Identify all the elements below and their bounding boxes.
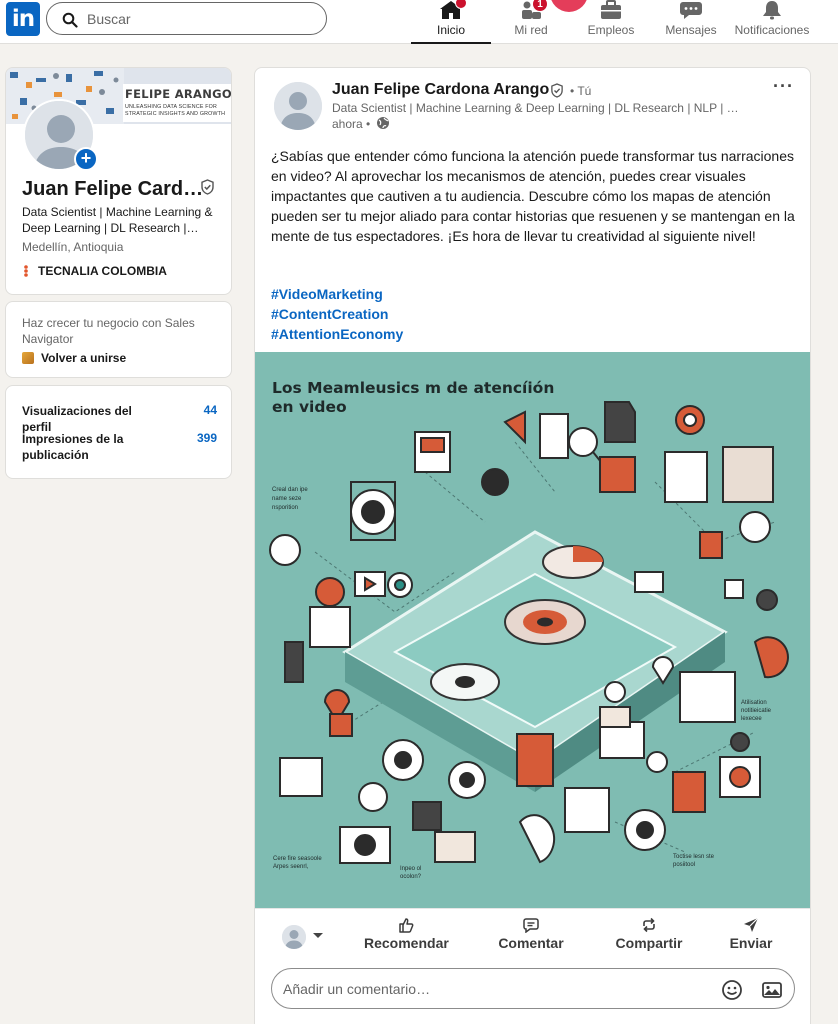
svg-text:Toctise lesn ste: Toctise lesn ste [673,854,715,860]
top-navigation-bar: in Inicio 1 Mi red Empleos Mensajes Noti… [0,0,838,44]
search-input[interactable] [87,9,317,29]
add-photo-button[interactable]: + [74,147,98,171]
post-actions-bar: Recomendar Comentar Compartir Enviar [255,908,810,966]
post-author-avatar[interactable] [274,82,322,130]
nav-label-my-network: Mi red [514,23,548,37]
briefcase-icon [601,0,621,19]
profile-stats-card: Visualizaciones del perfil 44 Impresione… [5,385,232,479]
stat-value: 399 [196,431,217,445]
feed-post: Juan Felipe Cardona Arango • Tú Data Sci… [254,67,811,1024]
banner-subtitle-line1: UNLEASHING DATA SCIENCE FOR [125,104,218,110]
sales-navigator-text: Haz crecer tu negocio con Sales Navigato… [22,316,195,346]
profile-headline: Data Scientist | Machine Learning & Deep… [22,205,213,235]
svg-text:posiitool: posiitool [673,862,695,868]
post-body-text: ¿Sabías que entender cómo funciona la at… [271,148,795,244]
svg-text:nsporition: nsporition [272,505,298,511]
svg-text:lexecee: lexecee [741,716,762,722]
like-button[interactable]: Recomendar [364,913,449,951]
post-image-title: Los Meamleusics m de atencíión en video [272,379,555,416]
profile-location: Medellín, Antioquia [22,240,124,254]
like-label: Recomendar [364,935,449,951]
hashtag-link[interactable]: #AttentionEconomy [271,326,403,342]
avatar-placeholder-icon [282,925,306,949]
nav-label-messaging: Mensajes [665,23,717,37]
globe-icon [377,117,389,129]
company-logo-icon [24,265,28,277]
send-icon [744,917,759,932]
verified-badge-icon [201,179,214,195]
svg-text:Inpeo ol: Inpeo ol [400,866,421,872]
nav-item-home[interactable]: Inicio [411,0,491,44]
thumbs-up-icon [399,918,414,933]
banner-title: FELIPE ARANGO [125,87,232,101]
comment-label: Comentar [498,935,564,951]
stat-label: Impresiones de la publicación [22,432,124,462]
svg-text:name seze: name seze [272,496,302,502]
send-button[interactable]: Enviar [729,913,773,951]
banner-subtitle: UNLEASHING DATA SCIENCE FOR STRATEGIC INS… [125,104,225,117]
company-name: TECNALIA COLOMBIA [38,264,167,278]
nav-item-notifications[interactable]: Notificaciones [727,0,817,44]
comment-button[interactable]: Comentar [496,913,566,951]
nav-item-jobs[interactable]: Empleos [579,0,643,44]
svg-text:Cere fire seasoole: Cere fire seasoole [273,856,322,862]
nav-label-home: Inicio [436,23,465,37]
repost-label: Compartir [615,935,683,951]
profile-company[interactable]: TECNALIA COLOMBIA [22,264,167,278]
repost-button[interactable]: Compartir [613,913,685,951]
nav-label-notifications: Notificaciones [734,23,810,37]
post-author-headline: Data Scientist | Machine Learning & Deep… [332,101,739,115]
svg-text:Arpes seenrl,: Arpes seenrl, [273,864,309,870]
attention-infographic-illustration: Creal dan ipe name seze nsporition Atilisa… [255,352,810,908]
rejoin-link[interactable]: Volver a unirse [22,351,126,365]
svg-text:notitieicatie: notitieicatie [741,708,772,714]
sales-navigator-card[interactable]: Haz crecer tu negocio con Sales Navigato… [5,301,232,378]
messaging-icon [680,2,702,19]
linkedin-logo[interactable]: in [6,2,40,36]
avatar-placeholder-icon [274,82,322,130]
search-icon [62,12,78,28]
profile-name[interactable]: Juan Felipe Card… [22,178,203,201]
bell-icon [763,1,781,20]
svg-text:Creal dan ipe: Creal dan ipe [272,487,308,493]
nav-item-my-network[interactable]: 1 Mi red [499,0,563,44]
post-author-name[interactable]: Juan Felipe Cardona Arango [332,81,549,99]
post-options-button[interactable]: ··· [773,76,794,97]
svg-text:Atilisation: Atilisation [741,700,767,706]
profile-card: FELIPE ARANGO UNLEASHING DATA SCIENCE FO… [5,67,232,295]
comment-box[interactable] [271,968,795,1009]
stat-value: 44 [203,403,217,417]
image-icon[interactable] [761,979,783,1001]
repost-icon [643,917,655,933]
verified-badge-icon [551,83,563,98]
nav-item-messaging[interactable]: Mensajes [659,0,723,44]
emoji-icon[interactable] [721,979,743,1001]
chevron-down-icon[interactable] [313,933,323,938]
actor-avatar[interactable] [282,925,306,949]
hashtag-link[interactable]: #ContentCreation [271,306,388,322]
rejoin-label: Volver a unirse [41,351,127,365]
post-image[interactable]: Creal dan ipe name seze nsporition Atilisa… [255,352,810,908]
nav-label-jobs: Empleos [587,23,635,37]
hashtag-link[interactable]: #VideoMarketing [271,286,383,302]
post-author-degree: • Tú [570,84,592,98]
comment-icon [523,918,539,933]
network-badge: 1 [532,0,548,12]
search-box[interactable] [46,2,327,35]
comment-input[interactable] [283,979,703,999]
banner-subtitle-line2: STRATEGIC INSIGHTS AND GROWTH [125,110,226,117]
post-timestamp: ahora • [332,117,371,131]
premium-icon [22,352,34,364]
svg-text:ocolon?: ocolon? [400,874,422,880]
send-label: Enviar [729,935,773,951]
